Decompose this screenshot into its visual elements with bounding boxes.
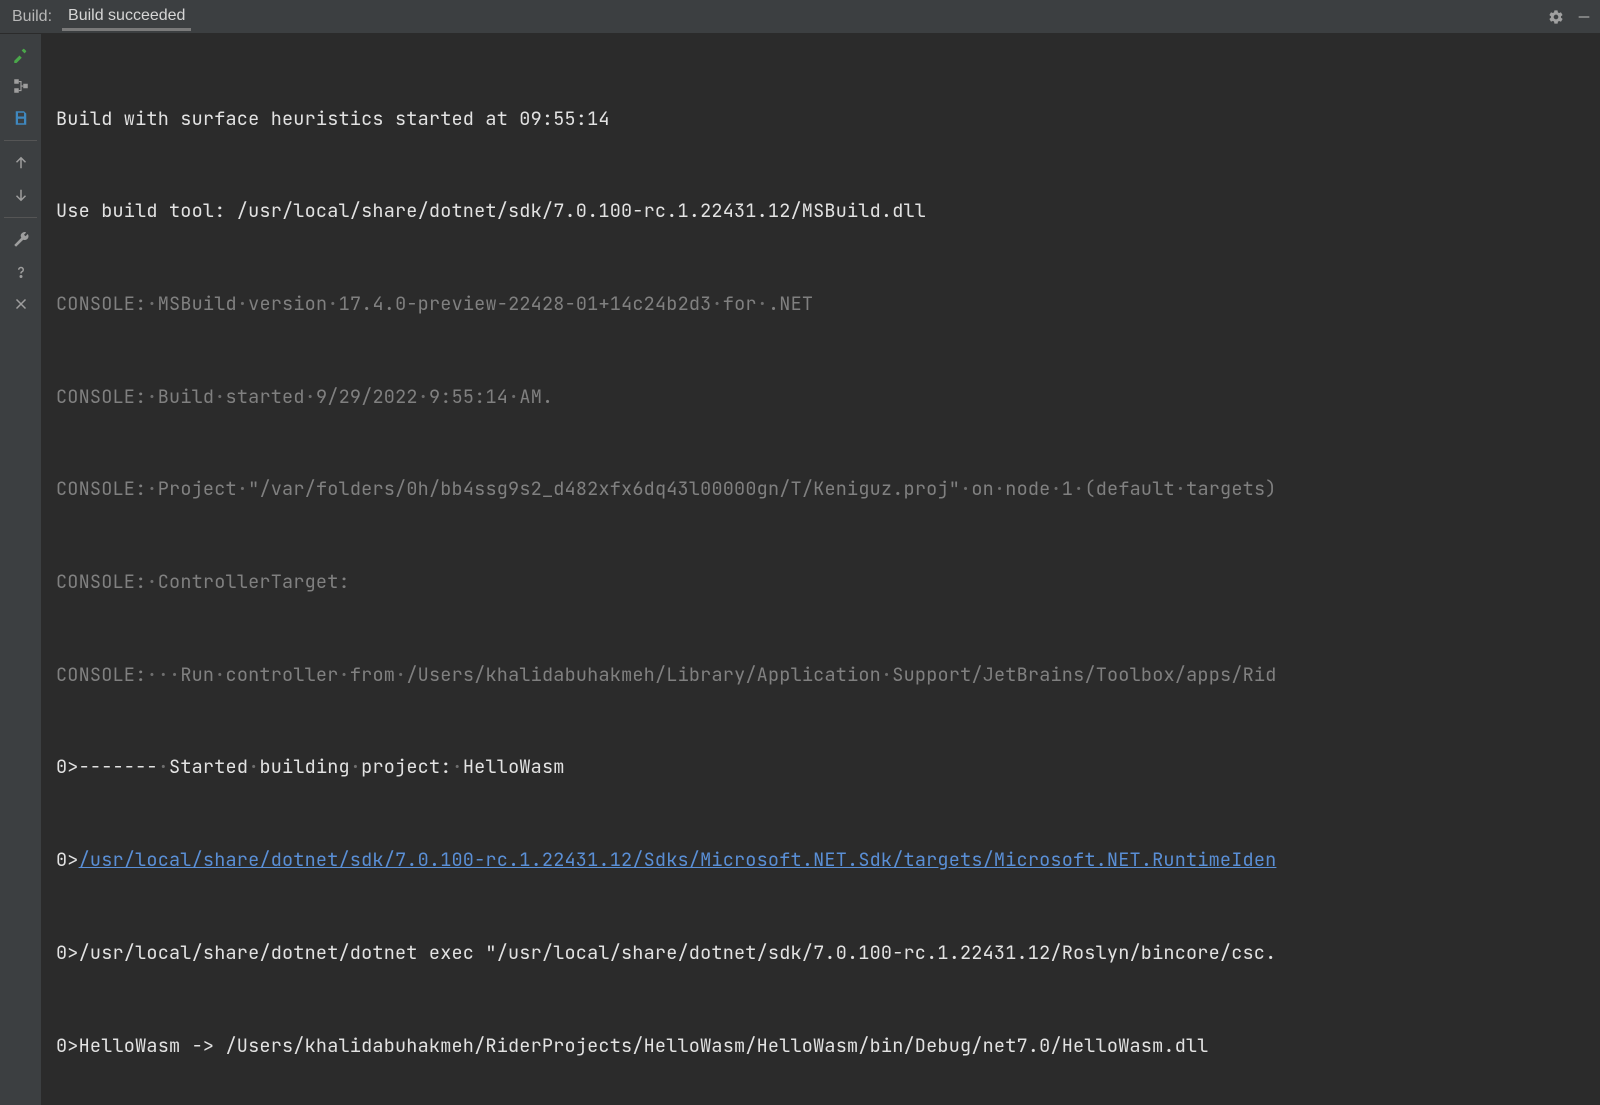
build-console[interactable]: Build with surface heuristics started at… [42, 34, 1600, 1105]
build-tool-window: Build: Build succeeded [0, 0, 1600, 1105]
save-icon[interactable] [5, 104, 37, 132]
arrow-down-icon[interactable] [5, 181, 37, 209]
console-line: CONSOLE:·Project·"/var/folders/0h/bb4ssg… [56, 474, 1590, 505]
console-line: 0>/usr/local/share/dotnet/sdk/7.0.100-rc… [56, 845, 1590, 876]
console-line: 0>/usr/local/share/dotnet/dotnet exec "/… [56, 938, 1590, 969]
minimize-icon[interactable] [1576, 9, 1592, 25]
help-icon[interactable] [5, 258, 37, 286]
gutter-toolbar [0, 34, 42, 1105]
hammer-icon[interactable] [5, 40, 37, 68]
console-line: CONSOLE:···Run·controller·from·/Users/kh… [56, 660, 1590, 691]
sdk-link[interactable]: /usr/local/share/dotnet/sdk/7.0.100-rc.1… [79, 847, 1277, 872]
console-line: 0>HelloWasm -> /Users/khalidabuhakmeh/Ri… [56, 1031, 1590, 1062]
close-icon[interactable] [5, 290, 37, 318]
build-label: Build: [12, 8, 52, 26]
separator [4, 217, 37, 218]
console-line: CONSOLE:·Build·started·9/29/2022·9:55:14… [56, 382, 1590, 413]
separator [4, 140, 37, 141]
tab-build-succeeded[interactable]: Build succeeded [62, 2, 191, 31]
build-header: Build: Build succeeded [0, 0, 1600, 34]
console-line: Build with surface heuristics started at… [56, 104, 1590, 135]
build-body: Build with surface heuristics started at… [0, 34, 1600, 1105]
tree-icon[interactable] [5, 72, 37, 100]
console-line: CONSOLE:·MSBuild·version·17.4.0-preview-… [56, 289, 1590, 320]
gear-icon[interactable] [1548, 9, 1564, 25]
header-left: Build: Build succeeded [12, 2, 191, 31]
console-line: CONSOLE:·ControllerTarget: [56, 567, 1590, 598]
wrench-icon[interactable] [5, 226, 37, 254]
header-right [1548, 9, 1592, 25]
arrow-up-icon[interactable] [5, 149, 37, 177]
console-line: 0>-------·Started·building·project:·Hell… [56, 752, 1590, 783]
console-line: Use build tool: /usr/local/share/dotnet/… [56, 196, 1590, 227]
